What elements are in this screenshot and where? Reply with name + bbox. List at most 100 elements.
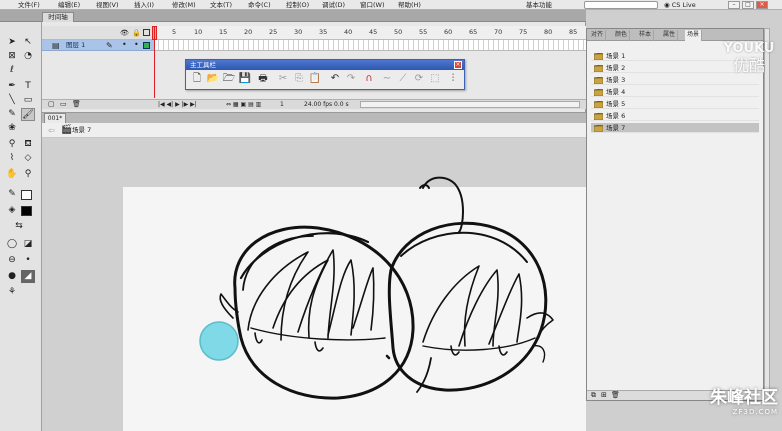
line-tool-icon[interactable]: ╲ (5, 94, 19, 107)
new-icon[interactable]: 🗋 (190, 72, 204, 86)
brush-size-icon[interactable]: • (21, 254, 35, 267)
snap-magnet-icon[interactable]: ∩ (362, 72, 376, 86)
smooth-icon[interactable]: ∼ (380, 72, 394, 86)
menu-view[interactable]: 视图(V) (96, 0, 119, 10)
eraser-tool-icon[interactable]: ◇ (21, 152, 35, 165)
visible-dot-icon[interactable]: • (122, 40, 127, 49)
3d-rotation-tool-icon[interactable]: ◔ (21, 50, 35, 63)
maximize-button[interactable]: □ (742, 1, 754, 9)
tab-align[interactable]: 对齐 (589, 30, 607, 41)
menu-help[interactable]: 帮助(H) (398, 0, 421, 10)
tab-document[interactable]: 001* (44, 113, 66, 123)
open-icon[interactable]: 📂 (206, 72, 220, 86)
new-folder-icon[interactable]: ▭ (60, 100, 67, 108)
copy-icon[interactable]: ⎘ (292, 72, 306, 86)
scene-panel-scrollbar[interactable] (764, 28, 770, 401)
help-search-input[interactable] (584, 1, 658, 9)
eyedropper-tool-icon[interactable]: ⌇ (5, 152, 19, 165)
frame-track[interactable] (154, 40, 586, 51)
timeline-scrollbar[interactable] (360, 101, 580, 108)
pencil-tool-icon[interactable]: ✎ (5, 108, 19, 121)
fill-color-icon[interactable]: ◈ (5, 204, 19, 217)
menu-commands[interactable]: 命令(C) (248, 0, 271, 10)
undo-icon[interactable]: ↶ (328, 72, 342, 86)
lasso-tool-icon[interactable]: ℓ (5, 64, 19, 77)
duplicate-scene-icon[interactable]: ⧉ (591, 391, 596, 400)
cs-live-button[interactable]: ◉ CS Live (664, 0, 696, 10)
pen-tool-icon[interactable]: ✒ (5, 80, 19, 93)
lock-fill-icon[interactable]: ◪ (21, 238, 35, 251)
menu-edit[interactable]: 编辑(E) (58, 0, 80, 10)
scale-icon[interactable]: ⬚ (428, 72, 442, 86)
redo-icon[interactable]: ↷ (344, 72, 358, 86)
sketch-drawing[interactable] (123, 170, 586, 431)
swap-colors-icon[interactable]: ⇆ (12, 220, 26, 233)
breadcrumb[interactable]: 场景 7 (72, 123, 91, 138)
brush-tool-icon[interactable]: 🖌 (21, 108, 35, 121)
delete-scene-icon[interactable]: 🗑 (611, 391, 620, 399)
tab-timeline[interactable]: 时间轴 (42, 12, 74, 22)
close-window-button[interactable]: × (756, 1, 768, 9)
menu-control[interactable]: 控制(O) (286, 0, 309, 10)
menu-debug[interactable]: 调试(D) (322, 0, 345, 10)
frame-rate[interactable]: 24.00 fps (304, 100, 332, 109)
brush-shape-icon[interactable]: ● (5, 270, 19, 283)
playback-controls-icon[interactable]: |◀ ◀| ▶ |▶ ▶| (158, 100, 197, 109)
back-arrow-icon[interactable]: ⇦ (48, 126, 55, 135)
frame-ruler[interactable]: 5 10 15 20 25 30 35 40 45 50 55 60 65 70… (154, 26, 586, 40)
new-layer-icon[interactable]: ▢ (48, 100, 55, 108)
deco-tool-icon[interactable]: ❀ (5, 122, 19, 135)
subselection-tool-icon[interactable]: ↖ (21, 36, 35, 49)
object-drawing-icon[interactable]: ◯ (5, 238, 19, 251)
cut-icon[interactable]: ✂ (276, 72, 290, 86)
pressure-icon[interactable]: ◢ (21, 270, 35, 283)
onion-skin-icons[interactable]: ⇔ ▦ ▣ ▤ ▥ (226, 100, 261, 109)
menu-window[interactable]: 窗口(W) (360, 0, 385, 10)
open-folder-icon[interactable]: 🗁 (222, 72, 236, 86)
outline-icon[interactable] (143, 29, 150, 36)
add-scene-icon[interactable]: ⊞ (601, 391, 607, 399)
tab-swatches[interactable]: 样本 (637, 30, 655, 41)
align-icon[interactable]: ⫶ (446, 72, 460, 86)
selection-tool-icon[interactable]: ➤ (5, 36, 19, 49)
paint-bucket-tool-icon[interactable]: ⛾ (21, 138, 35, 151)
paste-icon[interactable]: 📋 (308, 72, 322, 86)
menu-insert[interactable]: 插入(I) (134, 0, 154, 10)
tab-properties[interactable]: 属性 (661, 30, 679, 41)
workspace-switcher[interactable]: 基本功能 (526, 0, 574, 10)
zoom-tool-icon[interactable]: ⚲ (21, 168, 35, 181)
menu-modify[interactable]: 修改(M) (172, 0, 196, 10)
save-icon[interactable]: 💾 (238, 72, 252, 86)
lock-icon[interactable]: 🔒 (132, 29, 141, 37)
main-toolbar-title[interactable]: 主工具栏 (186, 60, 464, 70)
bone-tool-icon[interactable]: ⚲ (5, 138, 19, 151)
brush-mode-icon[interactable]: ⊖ (5, 254, 19, 267)
hand-tool-icon[interactable]: ✋ (5, 168, 19, 181)
print-icon[interactable]: 🖶 (256, 72, 270, 86)
stroke-color-icon[interactable]: ✎ (5, 188, 19, 201)
rotate-icon[interactable]: ⟳ (412, 72, 426, 86)
layer-row[interactable]: ▤ 图层 1 ✎ • • (42, 40, 154, 51)
rectangle-tool-icon[interactable]: ▭ (21, 94, 35, 107)
close-icon[interactable]: × (454, 61, 462, 69)
scene-list-item[interactable]: 场景 7 (591, 123, 759, 133)
text-tool-icon[interactable]: T (21, 80, 35, 93)
fill-color-swatch[interactable] (21, 206, 32, 216)
tab-scene[interactable]: 场景 (685, 30, 703, 41)
lock-dot-icon[interactable]: • (134, 40, 139, 49)
tab-color[interactable]: 颜色 (613, 30, 631, 41)
eye-icon[interactable]: 👁 (120, 29, 129, 37)
straighten-icon[interactable]: ⟋ (396, 72, 410, 86)
scene-list-item[interactable]: 场景 6 (591, 111, 759, 121)
tilt-icon[interactable]: ⚘ (5, 286, 19, 299)
scene-list-item[interactable]: 场景 4 (591, 87, 759, 97)
stroke-color-swatch[interactable] (21, 190, 32, 200)
free-transform-tool-icon[interactable]: ⊠ (5, 50, 19, 63)
scene-list-item[interactable]: 场景 5 (591, 99, 759, 109)
delete-layer-icon[interactable]: 🗑 (72, 100, 81, 108)
layer-color-swatch[interactable] (143, 42, 150, 49)
menu-file[interactable]: 文件(F) (18, 0, 40, 10)
layer-name[interactable]: 图层 1 (66, 40, 85, 51)
menu-text[interactable]: 文本(T) (210, 0, 232, 10)
minimize-button[interactable]: – (728, 1, 740, 9)
